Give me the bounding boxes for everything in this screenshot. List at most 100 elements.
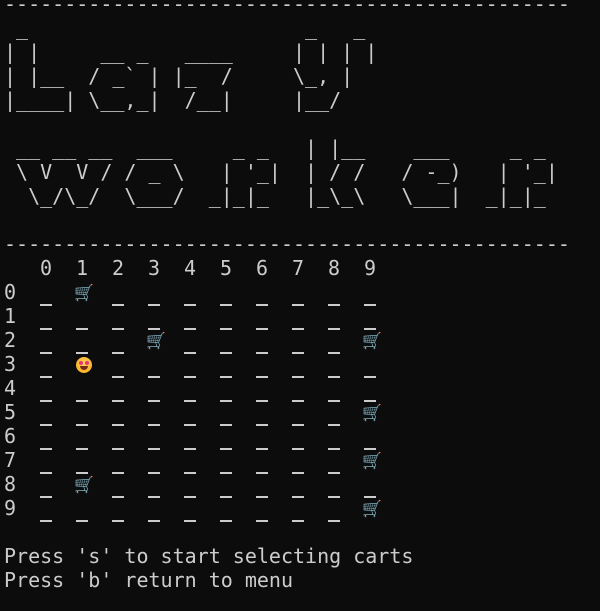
grid-cell-empty: [364, 303, 400, 330]
column-label: 4: [184, 256, 197, 280]
grid-cell-empty: [328, 471, 364, 498]
grid-cell-empty: [76, 447, 112, 474]
row-label: 0: [4, 280, 17, 304]
row-label: 8: [4, 472, 17, 496]
grid-cell-empty: [256, 423, 292, 450]
grid-row: 4: [4, 375, 600, 402]
column-label: 5: [220, 256, 233, 280]
grid-cell-empty: [184, 447, 220, 474]
grid-cell-empty: [256, 351, 292, 378]
empty-cell-marker: [148, 519, 160, 522]
column-header-row: 0123456789: [4, 256, 600, 280]
grid-cell-empty: [328, 447, 364, 474]
parking-grid: 0123456789 0 🛒 1 2 🛒 🛒 3 4 5 🛒 6 7 🛒 8 🛒 9 🛒: [4, 256, 600, 522]
column-label: 3: [148, 256, 161, 280]
grid-cell-empty: [292, 423, 328, 450]
grid-cell-empty: [220, 423, 256, 450]
grid-cell-empty: [220, 327, 256, 354]
grid-row: 9 🛒: [4, 495, 600, 522]
grid-cell-empty: [40, 399, 76, 426]
shopping-cart-icon: 🛒: [74, 283, 94, 302]
grid-cell-empty: [112, 375, 148, 402]
grid-cell-empty: [220, 447, 256, 474]
grid-cell-empty: [184, 471, 220, 498]
grid-cell-empty: [364, 375, 400, 402]
grid-cell-empty: [328, 303, 364, 330]
grid-cell-empty: [112, 495, 148, 522]
grid-cell-cart: 🛒: [146, 327, 184, 353]
instruction-return-menu: Press 'b' return to menu: [4, 568, 293, 592]
grid-cell-empty: [76, 375, 112, 402]
empty-cell-marker: [76, 519, 88, 522]
grid-cell-empty: [328, 375, 364, 402]
grid-cell-empty: [112, 447, 148, 474]
grid-cell-empty: [40, 423, 76, 450]
grid-cell-empty: [256, 399, 292, 426]
grid-cell-empty: [76, 303, 112, 330]
bottom-divider: ----------------------------------------…: [4, 232, 570, 256]
grid-cell-empty: [40, 447, 76, 474]
grid-row: 0 🛒: [4, 279, 600, 306]
grid-cell-empty: [256, 279, 292, 306]
grid-cell-empty: [112, 351, 148, 378]
grid-cell-empty: [364, 351, 400, 378]
grid-cell-empty: [76, 327, 112, 354]
row-label: 6: [4, 424, 17, 448]
column-label: 8: [328, 256, 341, 280]
grid-cell-empty: [220, 375, 256, 402]
column-label: 9: [364, 256, 377, 280]
grid-cell-empty: [256, 303, 292, 330]
row-label: 3: [4, 352, 17, 376]
grid-cell-empty: [292, 375, 328, 402]
empty-cell-marker: [292, 519, 304, 522]
grid-cell-empty: [76, 399, 112, 426]
grid-row: 2 🛒 🛒: [4, 327, 600, 354]
banner-line: _ _ _: [4, 16, 366, 40]
banner-line: | | __ _ ____ | | | |: [4, 40, 378, 64]
banner-line: |____| \__,_| /__| |__/: [4, 88, 342, 112]
column-label: 2: [112, 256, 125, 280]
grid-cell-cart: 🛒: [74, 471, 112, 497]
grid-cell-player: [76, 352, 112, 376]
grid-cell-empty: [148, 423, 184, 450]
grid-cell-empty: [220, 399, 256, 426]
grid-cell-empty: [112, 327, 148, 354]
grid-row: 6: [4, 423, 600, 450]
banner-line: [4, 112, 600, 136]
empty-cell-marker: [40, 519, 52, 522]
grid-cell-empty: [292, 303, 328, 330]
grid-cell-empty: [328, 423, 364, 450]
banner-line: | |__ / _` | |_ / \_, |: [4, 64, 354, 88]
grid-cell-empty: [40, 351, 76, 378]
row-label: 4: [4, 376, 17, 400]
shopping-cart-icon: 🛒: [362, 499, 382, 518]
instructions: Press 's' to start selecting carts Press…: [4, 544, 600, 592]
shopping-cart-icon: 🛒: [362, 451, 382, 470]
instruction-start-selecting: Press 's' to start selecting carts: [4, 544, 414, 568]
grid-cell-empty: [328, 495, 364, 522]
empty-cell-marker: [220, 519, 232, 522]
grid-cell-empty: [256, 471, 292, 498]
grid-cell-cart: 🛒: [362, 399, 400, 425]
grid-cell-empty: [220, 495, 256, 522]
grid-cell-empty: [184, 375, 220, 402]
grid-cell-empty: [148, 471, 184, 498]
row-label: 7: [4, 448, 17, 472]
grid-cell-empty: [40, 303, 76, 330]
ascii-title-banner: _ _ _ | | __ _ ____ | | | | | |__ / _` |…: [4, 16, 600, 208]
grid-cell-empty: [328, 327, 364, 354]
grid-cell-empty: [112, 279, 148, 306]
grid-cell-empty: [292, 495, 328, 522]
banner-line: \_/\_/ \___/ _|_|_ |_\_\ \___| _|_|_: [4, 184, 546, 208]
grid-cell-empty: [148, 351, 184, 378]
grid-cell-empty: [148, 399, 184, 426]
grid-cell-empty: [364, 423, 400, 450]
grid-cell-empty: [184, 423, 220, 450]
grid-cell-cart: 🛒: [74, 279, 112, 305]
shopping-cart-icon: 🛒: [146, 331, 166, 350]
banner-line: \ V V / / _ \ | '_| | / / / -_) | '_|: [4, 160, 558, 184]
grid-cell-empty: [256, 375, 292, 402]
grid-cell-empty: [76, 423, 112, 450]
grid-cell-empty: [256, 327, 292, 354]
grid-cell-empty: [40, 279, 76, 306]
